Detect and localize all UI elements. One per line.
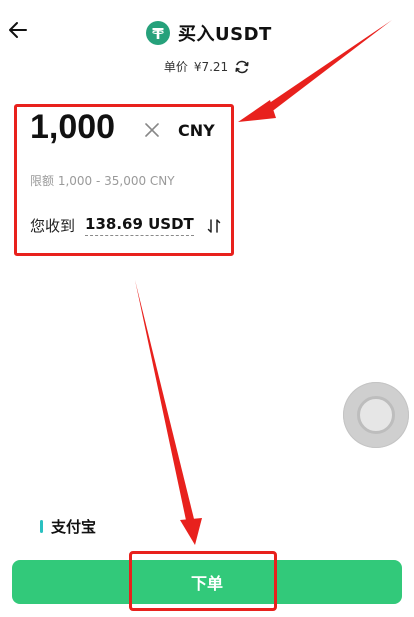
swap-icon[interactable] (206, 218, 222, 234)
limit-text: 限额 1,000 - 35,000 CNY (30, 174, 175, 188)
place-order-button[interactable]: 下单 (12, 560, 402, 604)
payment-indicator-icon (40, 520, 43, 533)
close-icon[interactable] (142, 120, 162, 140)
price-row: 单价 ¥7.21 (0, 58, 414, 75)
annotation-arrow-bottom (135, 280, 202, 545)
receive-label: 您收到 (30, 217, 76, 235)
price-label: 单价 (163, 60, 188, 74)
floating-button-inner (357, 396, 395, 434)
refresh-icon[interactable] (234, 59, 250, 75)
receive-row: 您收到 138.69 USDT (30, 215, 222, 236)
payment-method[interactable]: 支付宝 (40, 516, 96, 537)
currency-label[interactable]: CNY (178, 121, 215, 140)
receive-amount[interactable]: 138.69 USDT (85, 215, 194, 236)
floating-assistive-button[interactable] (343, 382, 409, 448)
header: 买入USDT (0, 0, 414, 62)
page-title: 买入USDT (178, 24, 272, 45)
tether-icon (146, 21, 170, 45)
arrow-left-icon[interactable] (8, 20, 28, 40)
title-wrap: 买入USDT (146, 20, 272, 46)
payment-method-label: 支付宝 (51, 518, 97, 536)
amount-input[interactable]: 1,000 (30, 108, 115, 147)
price-value: ¥7.21 (193, 59, 229, 74)
